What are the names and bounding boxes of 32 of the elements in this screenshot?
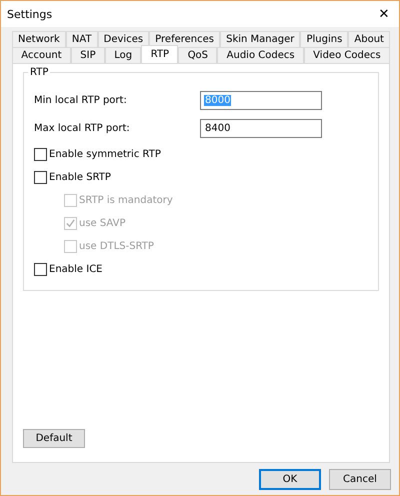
tab[interactable]: Plugins (300, 31, 348, 47)
checkbox-label: Enable SRTP (49, 172, 111, 182)
tab[interactable]: RTP (141, 45, 178, 63)
tab[interactable]: About (348, 31, 390, 47)
dialog-button[interactable]: OK (259, 468, 321, 490)
tab[interactable]: NAT (66, 31, 98, 47)
checkbox-label: use SAVP (79, 218, 126, 228)
group-title: RTP (28, 67, 50, 78)
field-label: Min local RTP port: (34, 95, 127, 106)
input-field[interactable]: 8400 (200, 119, 322, 138)
default-button[interactable]: Default (23, 429, 85, 448)
close-button[interactable]: ✕ (369, 2, 399, 26)
checkbox[interactable] (34, 262, 47, 276)
tab[interactable]: Audio Codecs (217, 47, 304, 63)
checkbox[interactable] (34, 148, 47, 160)
checkbox-label: Enable symmetric RTP (49, 148, 161, 160)
dialog-button[interactable]: Cancel (329, 468, 391, 490)
field-label: Max local RTP port: (34, 123, 130, 134)
tab[interactable]: Log (104, 47, 142, 63)
window-title: Settings (7, 8, 52, 20)
tab[interactable]: QoS (178, 47, 218, 63)
tab[interactable]: Preferences (149, 31, 220, 47)
tab[interactable]: Skin Manager (220, 31, 300, 47)
checkbox[interactable] (34, 170, 47, 184)
checkbox-label: SRTP is mandatory (79, 194, 173, 206)
tab[interactable]: Network (12, 31, 66, 47)
tab[interactable]: Account (12, 47, 71, 63)
tab[interactable]: Devices (98, 31, 150, 47)
tab[interactable]: SIP (71, 47, 105, 63)
tab[interactable]: Video Codecs (304, 47, 390, 63)
checkbox-label: Enable ICE (49, 264, 102, 274)
checkbox-label: use DTLS-SRTP (79, 240, 154, 252)
